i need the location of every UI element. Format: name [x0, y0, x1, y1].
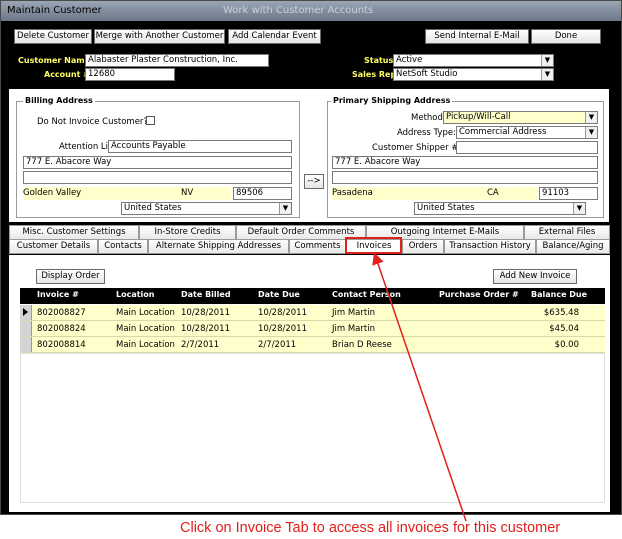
annotation-text: Click on Invoice Tab to access all invoi…	[180, 520, 561, 536]
annotation-arrow-icon	[372, 252, 467, 522]
